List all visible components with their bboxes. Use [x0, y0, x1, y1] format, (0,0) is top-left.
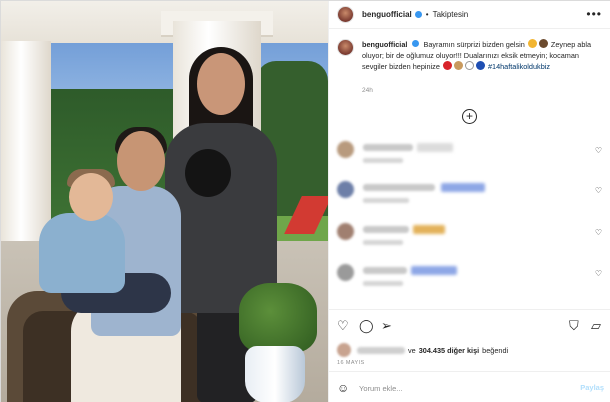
comment-username-blurred	[363, 267, 407, 274]
verified-badge-icon	[412, 40, 420, 47]
comment-toggle-icon[interactable]: ▱	[591, 319, 601, 332]
caption-line-1: Bayramın sürprizi bizden gelsin	[423, 40, 525, 49]
likes-conjunction: ve	[408, 345, 416, 355]
comment-text-blurred	[417, 143, 453, 152]
emoji-family-icon	[453, 61, 463, 70]
save-bookmark-icon[interactable]: ⛉	[569, 319, 579, 332]
photo-dress-print	[185, 149, 231, 197]
post-date: 16 MAYIS	[337, 360, 365, 366]
comment-username-blurred	[363, 144, 413, 151]
likes-count-link[interactable]: 304.435 diğer kişi	[419, 346, 479, 355]
comment-meta-blurred	[363, 198, 409, 203]
post-comment-button[interactable]: Paylaş	[580, 383, 604, 392]
photo-man-face	[117, 131, 165, 191]
comment-like-heart-icon[interactable]: ♡	[595, 269, 602, 278]
photo-child-face	[69, 173, 113, 221]
separator-dot: •	[425, 10, 429, 19]
likes-suffix: beğendi	[482, 345, 509, 355]
comment-avatar[interactable]	[337, 141, 354, 158]
comment-row: ♡	[337, 141, 610, 171]
avatar[interactable]	[337, 6, 354, 23]
comment-like-heart-icon[interactable]: ♡	[595, 146, 602, 155]
likes-summary: ve 304.435 diğer kişi beğendi	[337, 343, 610, 357]
comment-meta-blurred	[363, 240, 403, 245]
liker-avatar[interactable]	[337, 343, 351, 357]
add-comment-bar: ☺ Paylaş	[329, 371, 610, 402]
photo-woman-face	[197, 53, 245, 115]
load-more-comments-icon[interactable]: +	[462, 109, 477, 124]
comment-text-blurred	[413, 225, 445, 234]
post-header: benguofficial • Takiptesin •••	[329, 1, 610, 29]
emoji-picker-icon[interactable]: ☺	[337, 382, 349, 394]
comment-bubble-icon[interactable]: ◯	[359, 319, 374, 332]
header-username[interactable]: benguofficial	[362, 10, 412, 19]
comment-row: ♡	[337, 264, 610, 294]
post-actions-bar: ♡ ◯ ➢ ⛉ ▱	[329, 309, 610, 339]
caption-text: benguofficial Bayramın sürprizi bizden g…	[362, 39, 602, 72]
comment-username-blurred	[363, 226, 409, 233]
caption-avatar[interactable]	[337, 39, 354, 56]
comment-row: ♡	[337, 181, 610, 211]
share-paper-plane-icon[interactable]: ➢	[381, 319, 392, 332]
comment-text-blurred	[411, 266, 457, 275]
post-side-panel: benguofficial • Takiptesin ••• benguoffi…	[328, 1, 610, 402]
photo-plant	[239, 283, 317, 353]
caption-time: 24h	[362, 87, 373, 94]
comment-avatar[interactable]	[337, 264, 354, 281]
instagram-post-window: benguofficial • Takiptesin ••• benguoffi…	[0, 0, 610, 402]
comment-meta-blurred	[363, 158, 403, 163]
comment-username-blurred	[363, 184, 435, 191]
photo-child-shirt	[39, 213, 125, 293]
more-horizontal-icon[interactable]: •••	[586, 7, 602, 21]
comment-avatar[interactable]	[337, 181, 354, 198]
comment-text-blurred	[441, 183, 485, 192]
emoji-dancer-icon	[538, 39, 548, 48]
post-photo[interactable]	[1, 1, 328, 402]
comment-like-heart-icon[interactable]: ♡	[595, 228, 602, 237]
emoji-nazar-icon	[475, 61, 485, 70]
comment-row: ♡	[337, 223, 610, 253]
following-button[interactable]: Takiptesin	[433, 10, 469, 19]
comment-meta-blurred	[363, 281, 403, 286]
photo-pot	[245, 346, 305, 402]
like-heart-icon[interactable]: ♡	[337, 319, 349, 332]
comment-avatar[interactable]	[337, 223, 354, 240]
caption-username[interactable]: benguofficial	[362, 40, 407, 49]
emoji-blush-icon	[527, 39, 537, 48]
emoji-white-heart-icon	[464, 61, 474, 70]
emoji-heart-icon	[442, 61, 452, 70]
comment-like-heart-icon[interactable]: ♡	[595, 186, 602, 195]
hashtag-link[interactable]: #14haftalikoldukbiz	[488, 62, 550, 71]
verified-badge-icon	[414, 11, 422, 18]
photo-pillar-left	[1, 41, 51, 241]
comment-input[interactable]	[359, 380, 559, 396]
liker-username-blurred	[357, 346, 405, 354]
caption: benguofficial Bayramın sürprizi bizden g…	[337, 39, 607, 72]
